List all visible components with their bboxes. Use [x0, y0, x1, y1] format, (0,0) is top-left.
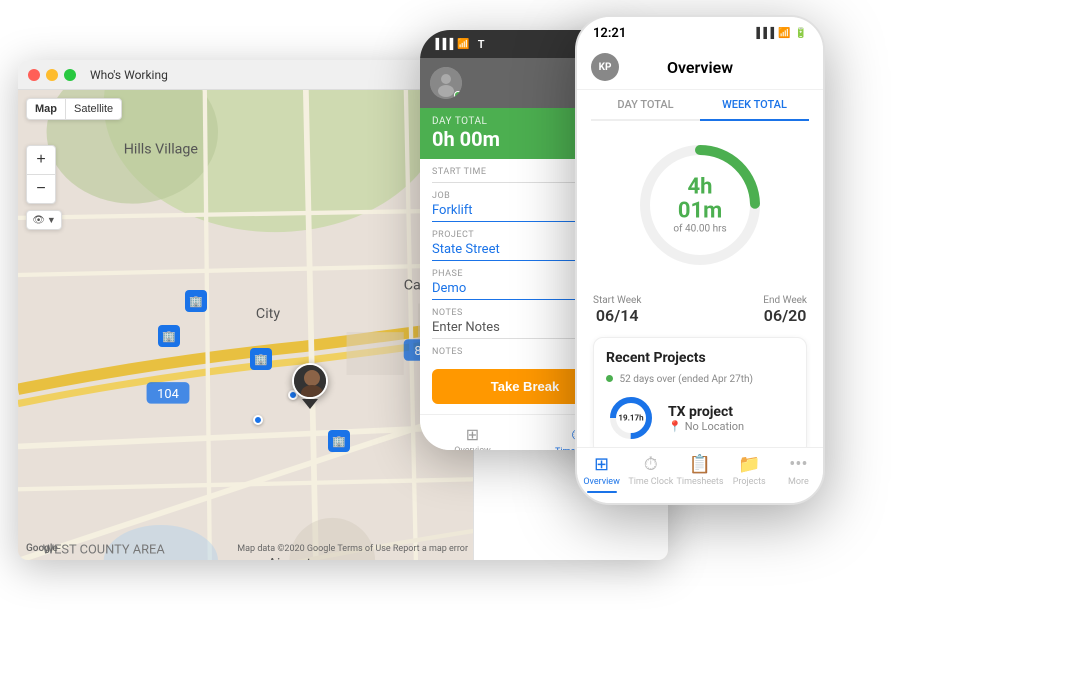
- donut-center: 4h 01m of 40.00 hrs: [665, 175, 735, 234]
- prn-timeclock[interactable]: ⏱ Time Clock: [626, 454, 675, 493]
- pin-building-icon: 🏢: [185, 290, 207, 312]
- phone-right-status: 12:21 ▐▐▐ 📶 🔋: [577, 17, 823, 49]
- zoom-controls: + −: [26, 145, 56, 204]
- svg-text:Hills Village: Hills Village: [124, 142, 199, 158]
- map-type-selector[interactable]: Map Satellite: [26, 98, 122, 120]
- wifi-status-icon: 📶: [778, 28, 790, 39]
- recent-projects-card: Recent Projects 52 days over (ended Apr …: [593, 337, 807, 456]
- zoom-out-button[interactable]: −: [27, 175, 55, 203]
- start-week-label: Start Week: [593, 295, 641, 306]
- tab-week-total[interactable]: WEEK TOTAL: [700, 90, 809, 121]
- prn-more[interactable]: ••• More: [774, 454, 823, 493]
- week-info: Start Week 06/14 End Week 06/20: [593, 295, 807, 325]
- donut-chart: 4h 01m of 40.00 hrs: [630, 135, 770, 275]
- wifi-icon: 📶: [457, 39, 469, 50]
- map-pin-building-1[interactable]: 🏢: [185, 290, 207, 312]
- layers-button[interactable]: 👁 ▼: [26, 210, 62, 230]
- phone-right-header: KP Overview: [577, 49, 823, 90]
- svg-text:Airport: Airport: [268, 556, 312, 560]
- phone-right: 12:21 ▐▐▐ 📶 🔋 KP Overview DAY TOTAL WEEK…: [575, 15, 825, 505]
- recent-projects-note: 52 days over (ended Apr 27th): [606, 374, 794, 385]
- google-logo: Google: [26, 543, 58, 554]
- prn-projects[interactable]: 📁 Projects: [725, 454, 774, 493]
- prn-timesheets-label: Timesheets: [677, 477, 724, 487]
- svg-text:City: City: [256, 306, 280, 322]
- prn-projects-icon: 📁: [738, 454, 760, 475]
- pin-person-tail: [302, 399, 318, 409]
- start-week: Start Week 06/14: [593, 295, 641, 325]
- signal-icon: ▐▐▐: [432, 39, 453, 50]
- donut-sub-value: of 40.00 hrs: [665, 224, 735, 235]
- overview-title: Overview: [619, 58, 781, 77]
- active-indicator: [587, 491, 617, 493]
- svg-text:WEST COUNTY AREA: WEST COUNTY AREA: [43, 543, 166, 558]
- prn-projects-label: Projects: [733, 477, 766, 487]
- user-avatar: [430, 67, 462, 99]
- online-indicator: [454, 91, 462, 99]
- prn-overview-label: Overview: [583, 477, 619, 487]
- signal-bars-icon: ▐▐▐: [753, 28, 774, 39]
- minimize-button[interactable]: [46, 69, 58, 81]
- pin-building-icon-2: 🏢: [158, 325, 180, 347]
- mini-donut-container: 19.17h TX project 📍 No Location: [606, 393, 794, 443]
- maximize-button[interactable]: [64, 69, 76, 81]
- map-type-map-button[interactable]: Map: [27, 99, 65, 119]
- map-pin-building-3[interactable]: 🏢: [250, 348, 272, 370]
- prn-overview-icon: ⊞: [594, 454, 609, 475]
- map-pin-person[interactable]: [292, 363, 328, 407]
- overview-icon: ⊞: [466, 425, 479, 444]
- svg-text:104: 104: [157, 387, 179, 402]
- layers-label: ▼: [47, 215, 56, 226]
- mini-donut-chart: 19.17h: [606, 393, 656, 443]
- donut-main-value: 4h 01m: [665, 175, 735, 223]
- map-type-satellite-button[interactable]: Satellite: [66, 99, 121, 119]
- project-location: 📍 No Location: [668, 420, 744, 433]
- pin-dot-icon-2: [253, 415, 263, 425]
- prn-more-icon: •••: [789, 454, 807, 475]
- pin-person-container: [292, 363, 328, 407]
- scene: Who's Working ?: [0, 0, 1091, 699]
- status-dot: [606, 375, 613, 382]
- phone-right-nav: ⊞ Overview ⏱ Time Clock 📋 Timesheets 📁 P…: [577, 447, 823, 503]
- prn-overview[interactable]: ⊞ Overview: [577, 454, 626, 493]
- zoom-in-button[interactable]: +: [27, 146, 55, 174]
- kp-avatar[interactable]: KP: [591, 53, 619, 81]
- prn-more-label: More: [788, 477, 809, 487]
- location-pin-icon: 📍: [668, 420, 682, 433]
- pin-person-avatar: [292, 363, 328, 399]
- status-icons: ▐▐▐ 📶 🔋: [753, 28, 807, 39]
- map-pin-dot-2[interactable]: [253, 415, 263, 425]
- map-controls: Map Satellite: [26, 98, 122, 120]
- project-name: TX project: [668, 404, 744, 420]
- battery-icon: 🔋: [795, 28, 807, 39]
- prn-timesheets[interactable]: 📋 Timesheets: [675, 454, 724, 493]
- nav-overview-label: Overview: [454, 446, 490, 450]
- close-button[interactable]: [28, 69, 40, 81]
- overview-content: 4h 01m of 40.00 hrs Start Week 06/14 End…: [577, 121, 823, 470]
- pin-building-icon-4: 🏢: [328, 430, 350, 452]
- end-week-value: 06/20: [763, 306, 807, 325]
- map-attribution: Map data ©2020 Google Terms of Use Repor…: [237, 544, 468, 554]
- project-info: TX project 📍 No Location: [668, 404, 744, 433]
- end-week: End Week 06/20: [763, 295, 807, 325]
- eye-icon: 👁: [32, 215, 45, 226]
- prn-timeclock-label: Time Clock: [628, 477, 673, 487]
- status-time: 12:21: [593, 26, 753, 41]
- start-week-value: 06/14: [593, 306, 641, 325]
- recent-projects-title: Recent Projects: [606, 350, 794, 366]
- tabs: DAY TOTAL WEEK TOTAL: [591, 90, 809, 121]
- end-week-label: End Week: [763, 295, 807, 306]
- map-pin-building-2[interactable]: 🏢: [158, 325, 180, 347]
- map-pin-building-4[interactable]: 🏢: [328, 430, 350, 452]
- nav-overview[interactable]: ⊞ Overview: [420, 421, 525, 450]
- prn-timesheets-icon: 📋: [689, 454, 711, 475]
- prn-clock-icon: ⏱: [644, 454, 658, 475]
- tab-day-total[interactable]: DAY TOTAL: [591, 90, 700, 121]
- pin-building-icon-3: 🏢: [250, 348, 272, 370]
